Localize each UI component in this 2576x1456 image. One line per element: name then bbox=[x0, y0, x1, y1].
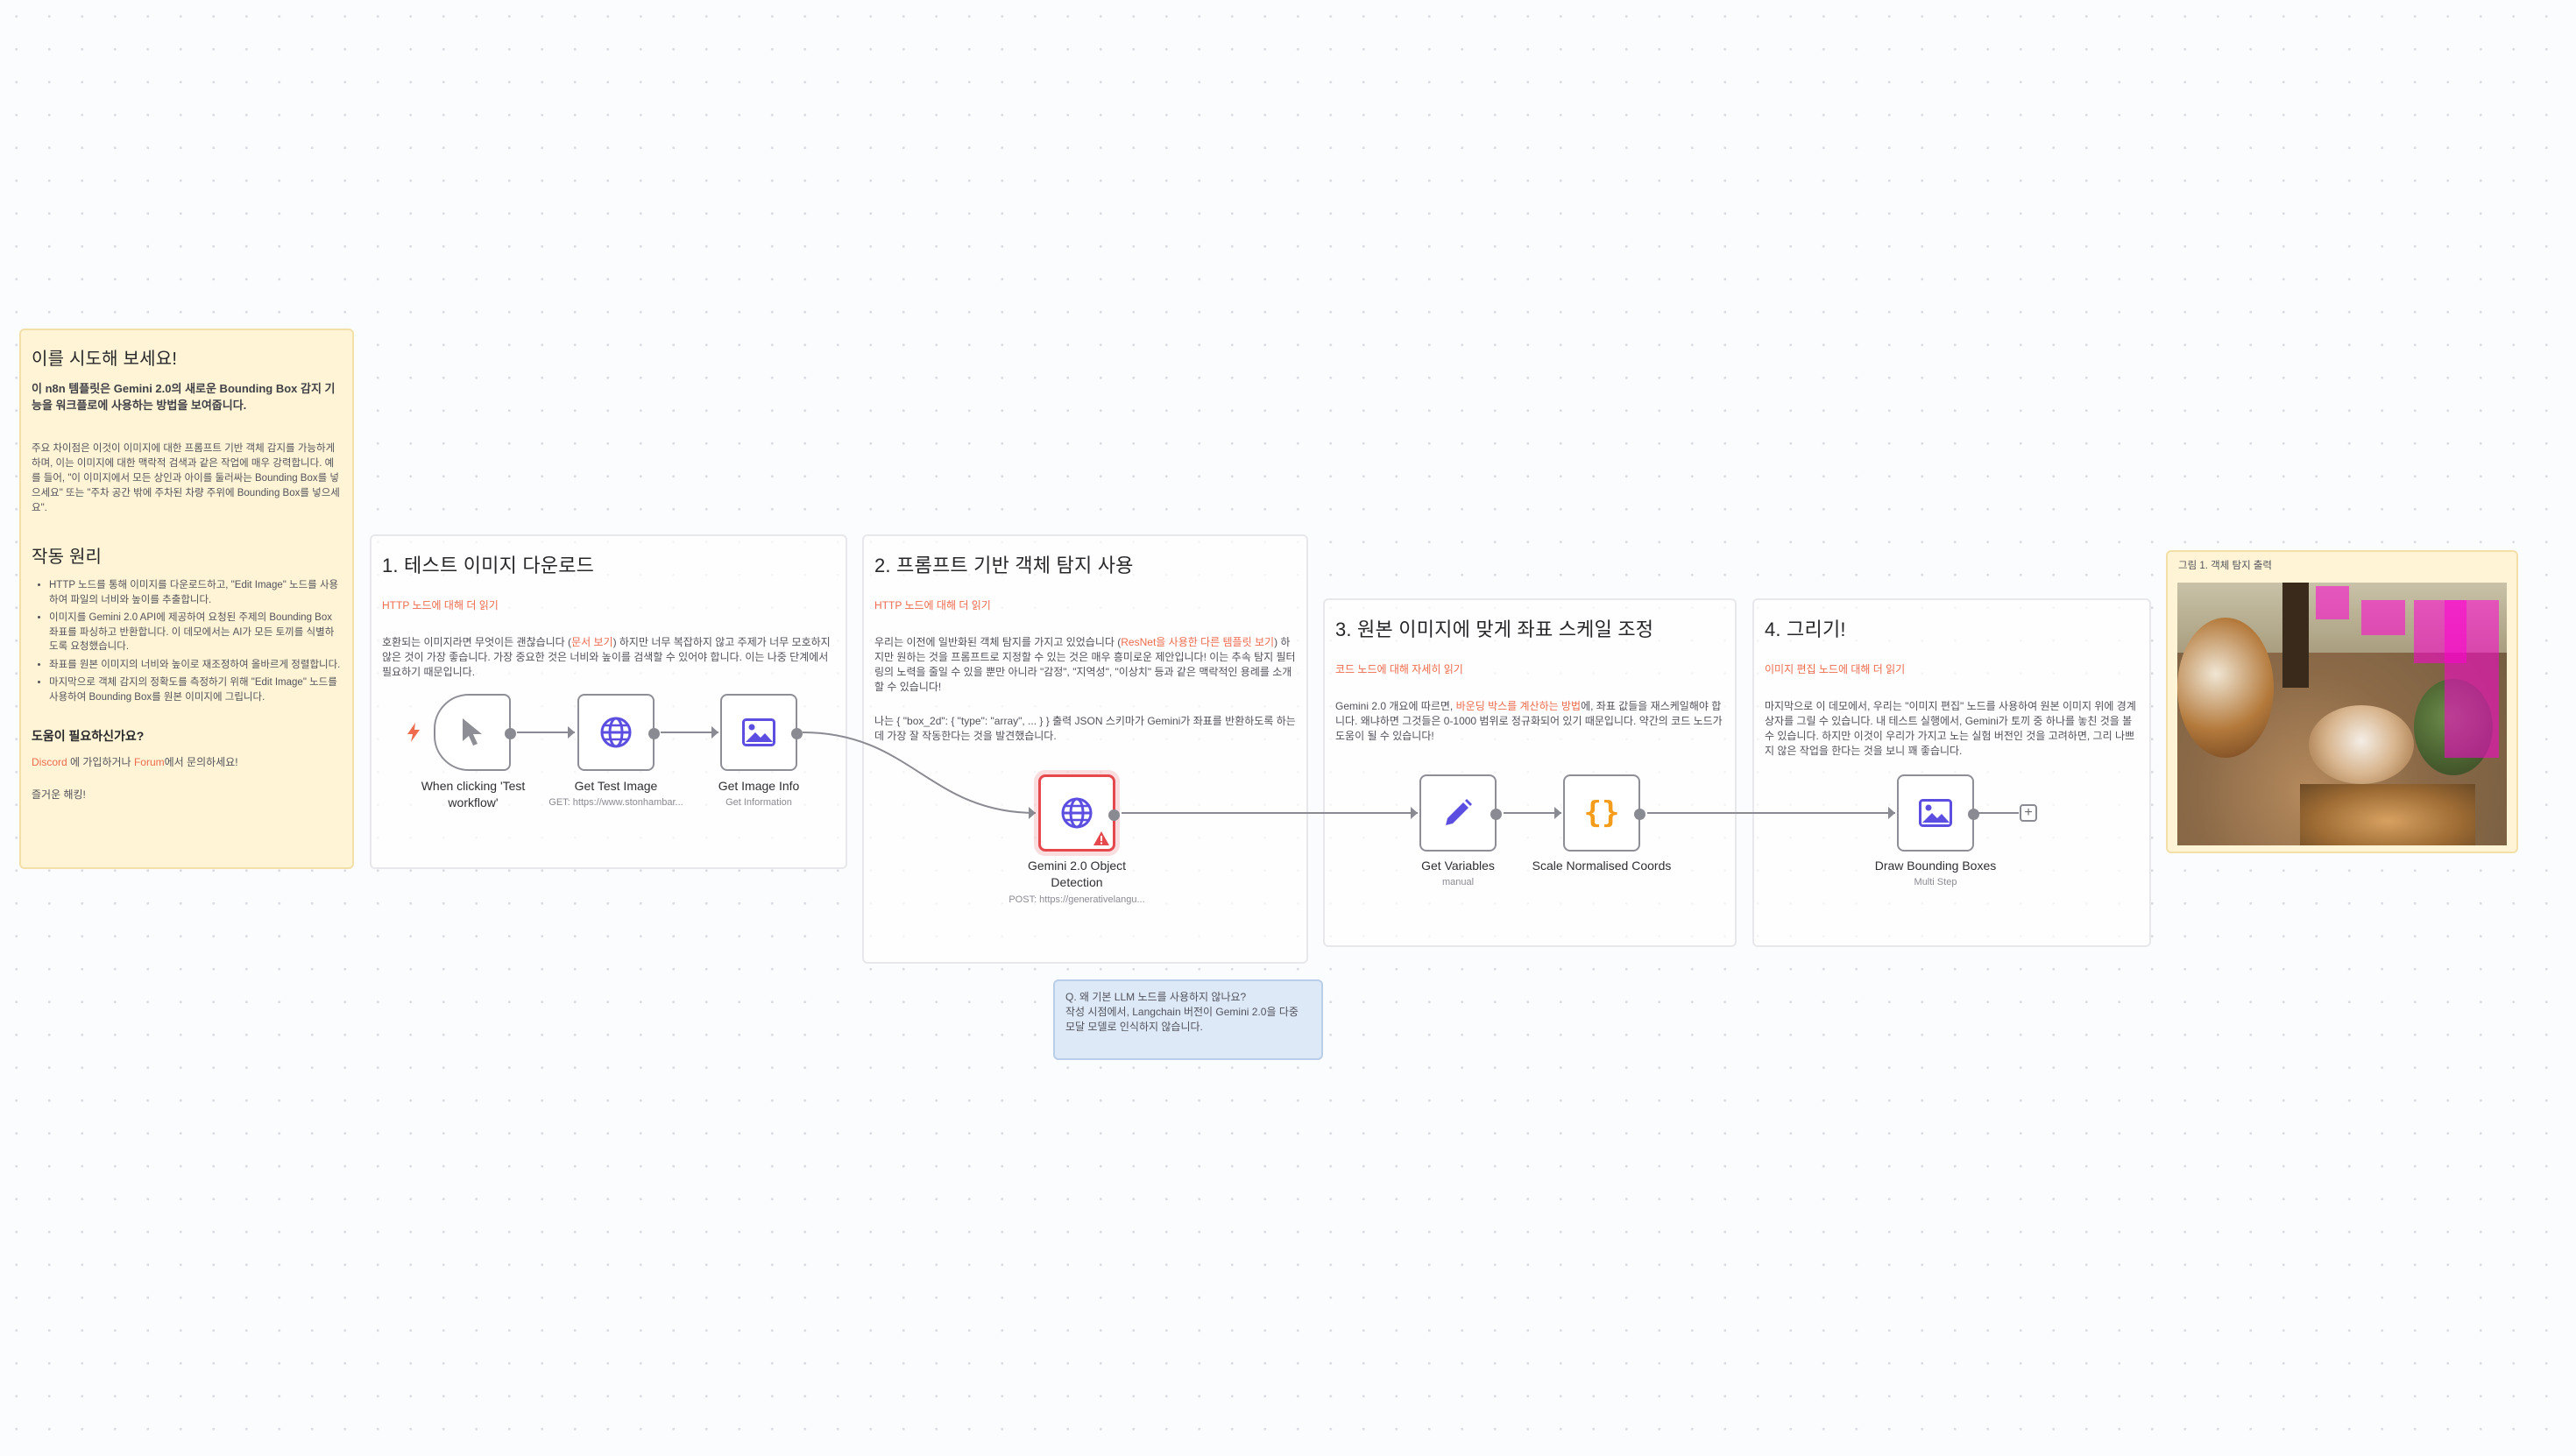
node-get-image-info[interactable] bbox=[720, 694, 803, 771]
arrow-head bbox=[568, 726, 575, 739]
connections-canvas bbox=[517, 726, 2019, 819]
node-get-variables[interactable] bbox=[1419, 774, 1502, 852]
node-label: Draw Bounding Boxes bbox=[1874, 859, 1997, 873]
arrow-head bbox=[1029, 807, 1036, 819]
node-label: Get Variables bbox=[1421, 859, 1495, 873]
lightning-icon bbox=[407, 723, 420, 746]
image-icon bbox=[742, 718, 775, 746]
output-handle[interactable] bbox=[1108, 809, 1120, 821]
node-subtitle: Get Information bbox=[725, 797, 792, 808]
node-label: Get Image Info bbox=[718, 779, 800, 793]
node-get-test-image[interactable] bbox=[577, 694, 660, 771]
node-draw-bounding-boxes[interactable] bbox=[1897, 774, 1979, 852]
add-node-button[interactable]: + bbox=[2020, 804, 2037, 822]
code-braces-icon: {} bbox=[1583, 795, 1620, 830]
arrow-head bbox=[1888, 807, 1895, 819]
plus-icon: + bbox=[2024, 805, 2033, 820]
output-handle[interactable] bbox=[648, 728, 660, 739]
cursor-icon bbox=[459, 717, 485, 748]
node-gemini-object-detection[interactable] bbox=[1038, 774, 1120, 852]
globe-icon bbox=[1060, 796, 1093, 830]
output-handle[interactable] bbox=[791, 728, 803, 739]
node-label: Get Test Image bbox=[574, 779, 658, 793]
output-handle[interactable] bbox=[1490, 809, 1502, 820]
node-label: Gemini 2.0 Object Detection bbox=[1027, 859, 1127, 889]
image-icon bbox=[1919, 799, 1952, 827]
node-subtitle: manual bbox=[1441, 877, 1475, 887]
warning-icon bbox=[1093, 831, 1109, 845]
arrow-head bbox=[711, 726, 718, 739]
node-subtitle: Multi Step bbox=[1914, 877, 1957, 887]
output-handle[interactable] bbox=[1968, 809, 1979, 820]
node-manual-trigger[interactable] bbox=[434, 694, 516, 771]
node-scale-normalised-coords[interactable]: {} bbox=[1563, 774, 1645, 852]
node-label: When clicking 'Test workflow' bbox=[421, 779, 526, 809]
arrow-head bbox=[1411, 807, 1418, 819]
globe-icon bbox=[599, 716, 633, 749]
output-handle[interactable] bbox=[505, 728, 516, 739]
node-label: Scale Normalised Coords bbox=[1532, 859, 1672, 873]
pencil-icon bbox=[1442, 797, 1474, 829]
output-handle[interactable] bbox=[1634, 809, 1645, 820]
node-subtitle: POST: https://generativelangu... bbox=[1008, 894, 1145, 905]
arrow-head bbox=[1554, 807, 1561, 819]
